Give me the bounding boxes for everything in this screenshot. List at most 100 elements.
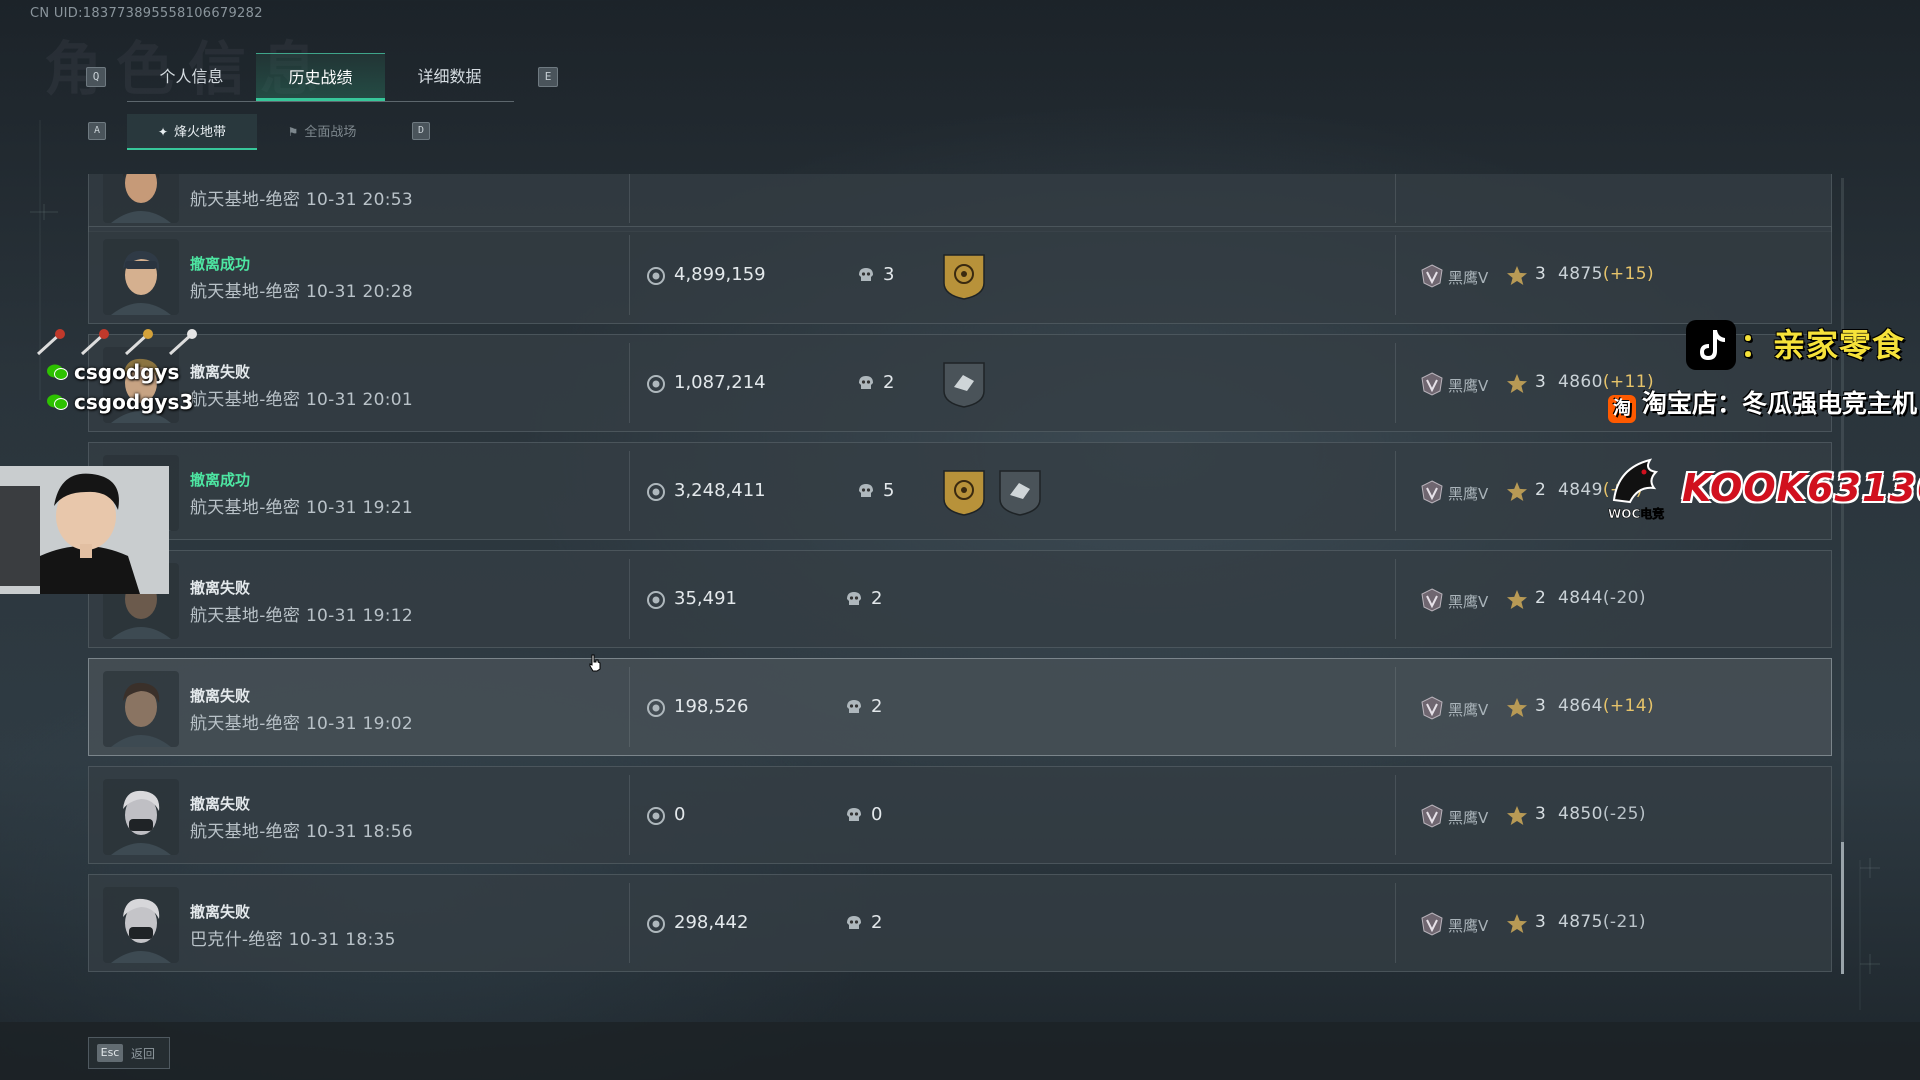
star-level: 3 — [1535, 372, 1546, 392]
match-history-list[interactable]: 航天基地-绝密 10-31 20:53 撤离成功 航天基地-绝密 10-31 2… — [88, 174, 1832, 976]
loot-value: 298,442 — [674, 912, 749, 933]
operator-avatar — [103, 239, 179, 315]
prev-subtab-key[interactable]: A — [88, 122, 106, 140]
column-divider — [1395, 883, 1396, 963]
kill-count: 2 — [871, 912, 883, 933]
back-button[interactable]: Esc 返回 — [88, 1037, 170, 1069]
uid-label: CN UID:1837738955581066792​82 — [30, 6, 263, 21]
star-level: 2 — [1535, 588, 1546, 608]
star-level: 3 — [1535, 264, 1546, 284]
star-level: 3 — [1535, 912, 1546, 932]
tab-personal-info[interactable]: 个人信息 — [127, 53, 256, 101]
kill-count: 2 — [871, 696, 883, 717]
subtab-fire-zone-label: 烽火地带 — [174, 125, 227, 140]
rank-name: 黑鹰V — [1448, 269, 1489, 287]
tab-match-history[interactable]: 历史战绩 — [256, 53, 385, 101]
svg-text:WOC电竞: WOC电竞 — [1608, 506, 1664, 521]
column-divider — [629, 559, 630, 639]
rank-name: 黑鹰V — [1448, 485, 1489, 503]
extraction-status: 撤离失败 — [190, 795, 251, 813]
gift-icons — [34, 328, 200, 358]
rank-name: 黑鹰V — [1448, 917, 1489, 935]
score-delta: (+15) — [1602, 264, 1655, 284]
match-record-row[interactable]: 撤离成功 航天基地-绝密 10-31 19:21 3,248,411 5 黑鹰V… — [88, 442, 1832, 540]
gold-medal-icon — [943, 470, 985, 516]
match-record-row[interactable]: 撤离失败 航天基地-绝密 10-31 18:56 0 0 黑鹰V 3 4850(… — [88, 766, 1832, 864]
score-delta: (-20) — [1602, 588, 1646, 608]
subtab-full-battlefield[interactable]: ⚑ 全面战场 — [257, 114, 387, 150]
map-and-time: 航天基地-绝密 10-31 20:28 — [190, 282, 414, 302]
taobao-shop-text: 淘淘宝店：冬瓜强电竞主机 — [1608, 384, 1917, 423]
kill-count: 2 — [871, 588, 883, 609]
skull-kill-icon — [847, 700, 861, 713]
star-icon — [1507, 482, 1527, 501]
star-level: 2 — [1535, 480, 1546, 500]
kill-count: 3 — [883, 264, 895, 285]
match-record-row[interactable]: 撤离失败 巴克什-绝密 10-31 18:35 298,442 2 黑鹰V 3 … — [88, 874, 1832, 972]
equipment-badge-icon — [943, 362, 985, 408]
main-tabs: 个人信息 历史战绩 详细数据 — [127, 53, 514, 102]
wechat-icon — [47, 364, 68, 380]
skull-kill-icon — [859, 484, 873, 497]
score-delta: (-25) — [1602, 804, 1646, 824]
column-divider — [1395, 235, 1396, 315]
map-and-time: 航天基地-绝密 10-31 19:21 — [190, 498, 414, 518]
star-icon — [1507, 374, 1527, 393]
column-divider — [629, 343, 630, 423]
loot-value: 35,491 — [674, 588, 737, 609]
rank-score: 4875(-21) — [1558, 912, 1646, 932]
rocket-gift-icon — [166, 328, 200, 358]
match-record-row[interactable]: 航天基地-绝密 10-31 20:53 — [88, 174, 1832, 232]
match-record-row[interactable]: 撤离失败 航天基地-绝密 10-31 19:02 198,526 2 黑鹰V 3… — [88, 658, 1832, 756]
rocket-gift-icon — [122, 328, 156, 358]
extraction-status: 撤离成功 — [190, 471, 251, 489]
kill-count: 0 — [871, 804, 883, 825]
next-tab-key[interactable]: E — [538, 67, 558, 87]
map-and-time: 航天基地-绝密 10-31 19:02 — [190, 714, 414, 734]
rank-score: 4850(-25) — [1558, 804, 1646, 824]
skull-kill-icon — [859, 376, 873, 389]
match-record-row[interactable]: 撤离成功 航天基地-绝密 10-31 20:28 4,899,159 3 黑鹰V… — [88, 226, 1832, 324]
extraction-status: 撤离失败 — [190, 903, 251, 921]
kill-count: 5 — [883, 480, 895, 501]
map-and-time: 航天基地-绝密 10-31 18:56 — [190, 822, 414, 842]
column-divider — [629, 667, 630, 747]
subtab-full-battlefield-label: 全面战场 — [304, 125, 357, 140]
rank-emblem-icon — [1421, 912, 1443, 936]
column-divider — [629, 174, 630, 223]
match-record-row[interactable]: 撤离失败 航天基地-绝密 10-31 19:12 35,491 2 黑鹰V 2 … — [88, 550, 1832, 648]
esc-key: Esc — [97, 1044, 123, 1062]
mode-subtabs: ✦ 烽火地带 ⚑ 全面战场 — [127, 114, 387, 150]
list-scrollbar[interactable] — [1841, 178, 1844, 974]
loot-value: 198,526 — [674, 696, 749, 717]
loot-value: 3,248,411 — [674, 480, 766, 501]
coin-icon — [647, 699, 665, 717]
map-and-time: 巴克什-绝密 10-31 18:35 — [190, 930, 396, 950]
match-record-row[interactable]: 撤离失败 航天基地-绝密 10-31 20:01 1,087,214 2 黑鹰V… — [88, 334, 1832, 432]
rank-score: 4875(+15) — [1558, 264, 1655, 284]
rank-name: 黑鹰V — [1448, 701, 1489, 719]
map-and-time: 航天基地-绝密 10-31 20:53 — [190, 190, 414, 210]
operator-avatar — [103, 779, 179, 855]
score-delta: (+14) — [1602, 696, 1655, 716]
loot-value: 4,899,159 — [674, 264, 766, 285]
mouse-cursor-icon — [589, 654, 601, 672]
coin-icon — [647, 483, 665, 501]
wechat-id-2: csgodgys3 — [46, 390, 193, 414]
loot-value: 1,087,214 — [674, 372, 766, 393]
scrollbar-thumb[interactable] — [1841, 842, 1844, 974]
tiktok-logo-icon — [1686, 320, 1736, 370]
next-subtab-key[interactable]: D — [412, 122, 430, 140]
coin-icon — [647, 915, 665, 933]
column-divider — [629, 775, 630, 855]
rank-name: 黑鹰V — [1448, 809, 1489, 827]
fire-zone-icon: ✦ — [157, 125, 169, 139]
tab-detailed-data[interactable]: 详细数据 — [385, 53, 514, 101]
subtab-fire-zone[interactable]: ✦ 烽火地带 — [127, 114, 257, 150]
prev-tab-key[interactable]: Q — [86, 67, 106, 87]
column-divider — [629, 235, 630, 315]
rank-emblem-icon — [1421, 804, 1443, 828]
rocket-gift-icon — [78, 328, 112, 358]
score-delta: (-21) — [1602, 912, 1646, 932]
battlefield-icon: ⚑ — [287, 125, 299, 139]
